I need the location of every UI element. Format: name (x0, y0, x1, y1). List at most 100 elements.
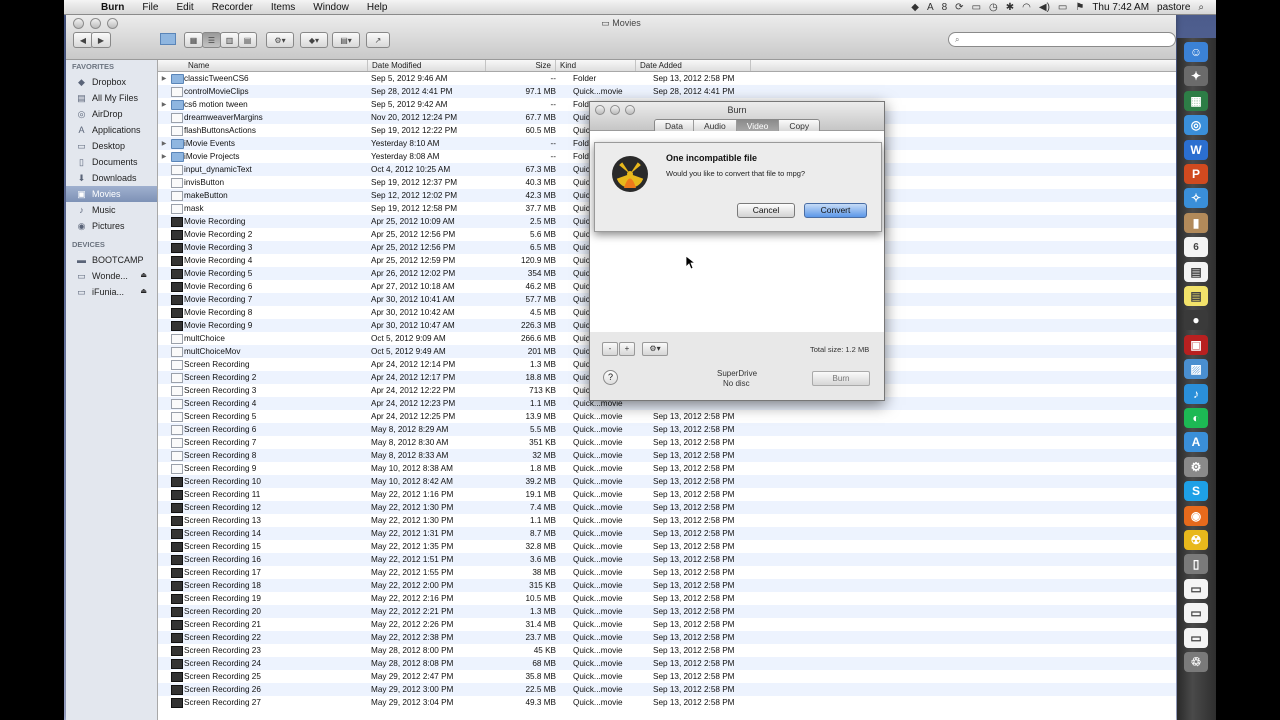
sidebar-item-music[interactable]: ♪ Music (66, 202, 157, 218)
burn-button[interactable]: Burn (812, 371, 870, 386)
table-row[interactable]: Screen Recording 11 May 22, 2012 1:16 PM 1… (158, 488, 1176, 501)
disclosure-triangle-icon[interactable]: ▶ (158, 101, 170, 108)
action-gear-icon[interactable]: ⚙▾ (266, 32, 294, 48)
folder-toggle-icon[interactable] (159, 32, 177, 46)
menu-user[interactable]: pastore (1157, 2, 1190, 13)
table-row[interactable]: ▶ classicTweenCS6 Sep 5, 2012 9:46 AM -- Fol… (158, 72, 1176, 85)
menu-window[interactable]: Window (304, 2, 358, 13)
table-row[interactable]: Screen Recording 10 May 10, 2012 8:42 AM 3… (158, 475, 1176, 488)
menu-items[interactable]: Items (262, 2, 304, 13)
trash-util-icon[interactable]: ▯ (1184, 554, 1208, 575)
table-row[interactable]: Screen Recording 7 May 8, 2012 8:30 AM 351… (158, 436, 1176, 449)
finder-icon[interactable]: ☺ (1184, 42, 1208, 62)
list-view-button[interactable]: ☰ (202, 32, 221, 48)
table-row[interactable]: Screen Recording 16 May 22, 2012 1:51 PM 3… (158, 553, 1176, 566)
disclosure-triangle-icon[interactable]: ▶ (158, 153, 170, 160)
column-view-button[interactable]: ▥ (220, 32, 239, 48)
launchpad-icon[interactable]: ✦ (1184, 66, 1208, 87)
remove-file-button[interactable]: - (602, 342, 618, 356)
table-row[interactable]: Screen Recording 23 May 28, 2012 8:00 PM 4… (158, 644, 1176, 657)
mission-control-icon[interactable]: ▦ (1184, 90, 1208, 111)
table-row[interactable]: Screen Recording 24 May 28, 2012 8:08 PM 6… (158, 657, 1176, 670)
preferences-icon[interactable]: ⚙ (1184, 456, 1208, 477)
word-icon[interactable]: W (1184, 139, 1208, 160)
table-row[interactable]: Screen Recording 9 May 10, 2012 8:38 AM 1.… (158, 462, 1176, 475)
cancel-button[interactable]: Cancel (737, 203, 795, 218)
sidebar-device-wonde[interactable]: ▭ Wonde... ⏏ (66, 268, 157, 284)
table-row[interactable]: Screen Recording 27 May 29, 2012 3:04 PM 4… (158, 696, 1176, 709)
table-row[interactable]: Screen Recording 25 May 29, 2012 2:47 PM 3… (158, 670, 1176, 683)
menu-help[interactable]: Help (358, 2, 397, 13)
sidebar-item-downloads[interactable]: ⬇ Downloads (66, 170, 157, 186)
photobooth-icon[interactable]: ▣ (1184, 334, 1208, 355)
sync-icon[interactable]: ⟳ (955, 2, 963, 13)
disclosure-triangle-icon[interactable]: ▶ (158, 75, 170, 82)
coverflow-view-button[interactable]: ▤ (238, 32, 257, 48)
powerpoint-icon[interactable]: P (1184, 164, 1208, 184)
menu-recorder[interactable]: Recorder (203, 2, 262, 13)
burn-action-gear-icon[interactable]: ⚙▾ (642, 342, 668, 356)
sidebar-item-dropbox[interactable]: ◆ Dropbox (66, 74, 157, 90)
forward-button[interactable]: ▶ (91, 32, 111, 48)
dropbox-status-icon[interactable]: ◆ (911, 2, 919, 13)
flag-icon[interactable]: ⚑ (1075, 2, 1084, 13)
facetime-icon[interactable]: ● (1184, 310, 1208, 331)
appstore-icon[interactable]: A (1184, 432, 1208, 453)
notes-icon[interactable]: ▤ (1184, 261, 1208, 282)
table-row[interactable]: Screen Recording 14 May 22, 2012 1:31 PM 8… (158, 527, 1176, 540)
trash-icon[interactable]: ♲ (1184, 652, 1208, 672)
volume-icon[interactable]: ◀) (1039, 2, 1050, 13)
compass-icon[interactable]: ✧ (1184, 188, 1208, 209)
eject-icon[interactable]: ⏏ (140, 268, 147, 284)
column-added-header[interactable]: Date Added (636, 60, 751, 71)
convert-button[interactable]: Convert (804, 203, 867, 218)
table-row[interactable]: Screen Recording 12 May 22, 2012 1:30 PM 7… (158, 501, 1176, 514)
sidebar-item-applications[interactable]: A Applications (66, 122, 157, 138)
column-date-header[interactable]: Date Modified (368, 60, 486, 71)
safari-icon[interactable]: ◎ (1184, 115, 1208, 136)
eject-icon[interactable]: ⏏ (140, 284, 147, 300)
itunes-icon[interactable]: ♪ (1184, 383, 1208, 404)
disclosure-triangle-icon[interactable]: ▶ (158, 140, 170, 147)
add-file-button[interactable]: + (619, 342, 635, 356)
sidebar-item-pictures[interactable]: ◉ Pictures (66, 218, 157, 234)
menu-file[interactable]: File (133, 2, 167, 13)
table-row[interactable]: Screen Recording 5 Apr 24, 2012 12:25 PM 1… (158, 410, 1176, 423)
back-button[interactable]: ◀ (73, 32, 93, 48)
stickies-icon[interactable]: ▤ (1184, 286, 1208, 306)
battery-icon[interactable]: ▭ (1058, 2, 1067, 13)
table-row[interactable]: Screen Recording 17 May 22, 2012 1:55 PM 3… (158, 566, 1176, 579)
spotify-icon[interactable]: ◐ (1184, 408, 1208, 428)
screen-icon[interactable]: ▭ (972, 2, 981, 13)
iphoto-icon[interactable]: ▨ (1184, 359, 1208, 380)
table-row[interactable]: Screen Recording 22 May 22, 2012 2:38 PM 2… (158, 631, 1176, 644)
wifi-icon[interactable]: ◠ (1022, 2, 1031, 13)
table-row[interactable]: Screen Recording 6 May 8, 2012 8:29 AM 5.5… (158, 423, 1176, 436)
search-input[interactable]: ⌕ (948, 32, 1176, 47)
sidebar-device-ifunia[interactable]: ▭ iFunia... ⏏ (66, 284, 157, 300)
sidebar-item-movies[interactable]: ▣ Movies (66, 186, 157, 202)
column-name-header[interactable]: Name (158, 60, 368, 71)
adobe-status-icon[interactable]: A (927, 2, 934, 13)
table-row[interactable]: Screen Recording 20 May 22, 2012 2:21 PM 1… (158, 605, 1176, 618)
bluetooth-icon[interactable]: ✱ (1006, 2, 1014, 13)
sidebar-device-bootcamp[interactable]: ▬ BOOTCAMP (66, 252, 157, 268)
help-button[interactable]: ? (603, 370, 618, 385)
table-row[interactable]: Screen Recording 15 May 22, 2012 1:35 PM 3… (158, 540, 1176, 553)
sidebar-item-documents[interactable]: ▯ Documents (66, 154, 157, 170)
table-row[interactable]: Screen Recording 8 May 8, 2012 8:33 AM 32 … (158, 449, 1176, 462)
dropbox-menu-icon[interactable]: ◆▾ (300, 32, 328, 48)
column-size-header[interactable]: Size (486, 60, 556, 71)
table-row[interactable]: controlMovieClips Sep 28, 2012 4:41 PM 97.… (158, 85, 1176, 98)
window-icon[interactable]: ▭ (1184, 578, 1208, 599)
table-row[interactable]: Screen Recording 18 May 22, 2012 2:00 PM 3… (158, 579, 1176, 592)
spotlight-icon[interactable]: ⌕ (1198, 2, 1204, 13)
sidebar-item-desktop[interactable]: ▭ Desktop (66, 138, 157, 154)
menu-app-name[interactable]: Burn (92, 2, 133, 13)
time-machine-icon[interactable]: ◷ (989, 2, 998, 13)
sidebar-item-all-my-files[interactable]: ▤ All My Files (66, 90, 157, 106)
column-kind-header[interactable]: Kind (556, 60, 636, 71)
table-row[interactable]: Screen Recording 13 May 22, 2012 1:30 PM 1… (158, 514, 1176, 527)
icon-view-button[interactable]: ▦ (184, 32, 203, 48)
skype-icon[interactable]: S (1184, 481, 1208, 502)
